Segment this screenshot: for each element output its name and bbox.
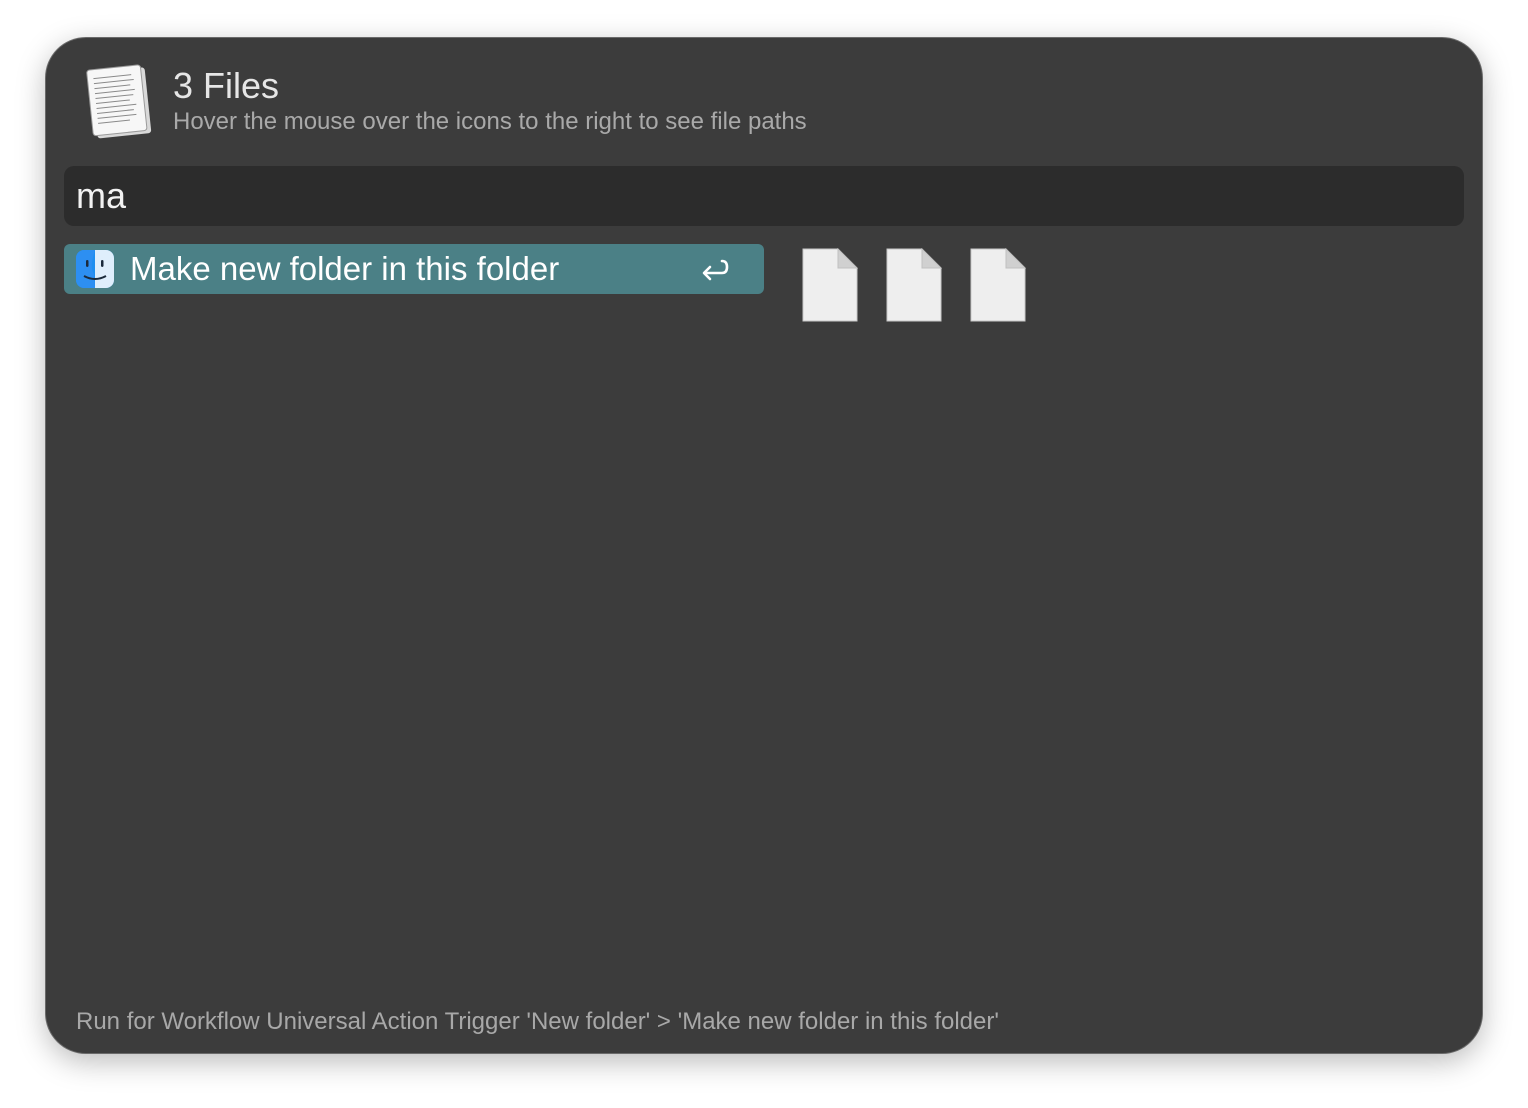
return-key-icon: [702, 259, 729, 281]
result-label: Make new folder in this folder: [130, 250, 560, 287]
footer-status: Run for Workflow Universal Action Trigge…: [76, 1008, 999, 1035]
finder-icon: [76, 250, 114, 288]
page-subtitle: Hover the mouse over the icons to the ri…: [173, 108, 807, 135]
alfred-window: 3 Files Hover the mouse over the icons t…: [46, 38, 1482, 1053]
file-icon[interactable]: [802, 248, 858, 322]
page-title: 3 Files: [173, 65, 280, 106]
file-icon[interactable]: [970, 248, 1026, 322]
result-item-make-new-folder[interactable]: Make new folder in this folder: [64, 244, 764, 294]
document-stack-icon: [86, 64, 152, 139]
search-input[interactable]: [64, 166, 1464, 226]
file-icon[interactable]: [886, 248, 942, 322]
